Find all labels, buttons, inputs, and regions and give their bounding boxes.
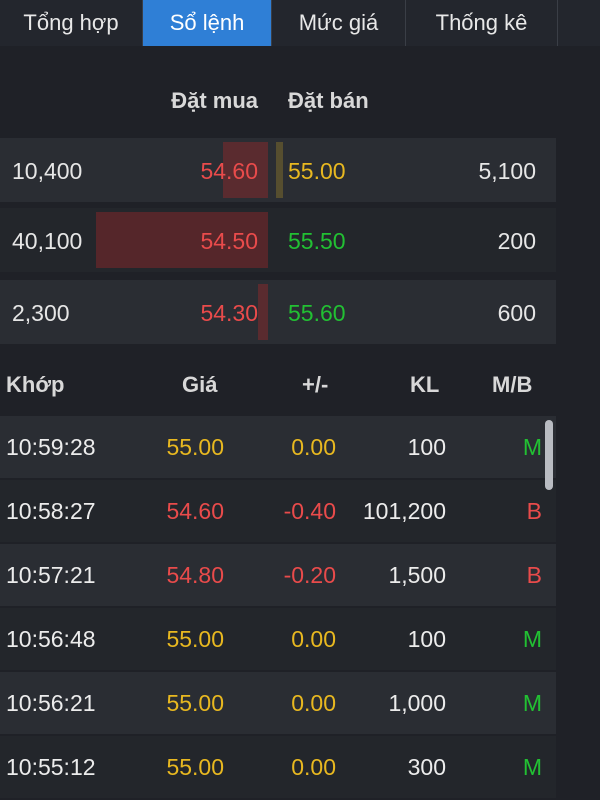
orderbook-header: Đặt mua Đặt bán	[0, 80, 600, 120]
buy-price: 54.50	[200, 228, 258, 254]
tab-thong-ke[interactable]: Thống kê	[406, 0, 558, 46]
tab-tong-hop[interactable]: Tổng hợp	[0, 0, 143, 46]
match-row[interactable]: 10:58:27 54.60 -0.40 101,200 B	[0, 480, 556, 542]
buy-volume: 40,100	[12, 228, 83, 254]
buy-volume-bar	[258, 284, 268, 340]
tab-so-lenh[interactable]: Sổ lệnh	[143, 0, 272, 46]
sell-price: 55.60	[288, 300, 346, 326]
sell-header: Đặt bán	[288, 88, 369, 113]
match-volume: 1,500	[388, 562, 446, 588]
match-price: 55.00	[166, 626, 224, 652]
match-time: 10:59:28	[6, 434, 96, 460]
match-side: B	[526, 498, 542, 524]
match-row[interactable]: 10:57:21 54.80 -0.20 1,500 B	[0, 544, 556, 606]
matches-header: Khớp Giá +/- KL M/B	[0, 368, 600, 408]
match-price: 54.80	[166, 562, 224, 588]
match-row[interactable]: 10:56:21 55.00 0.00 1,000 M	[0, 672, 556, 734]
match-change: -0.20	[283, 562, 336, 588]
match-change: -0.40	[283, 498, 336, 524]
scrollbar-track[interactable]	[556, 416, 600, 800]
match-time: 10:57:21	[6, 562, 96, 588]
tab-bar-filler	[558, 0, 600, 46]
buy-price: 54.30	[200, 300, 258, 326]
match-change: 0.00	[291, 434, 336, 460]
match-volume: 101,200	[362, 498, 446, 524]
sell-volume: 5,100	[478, 158, 536, 184]
buy-price: 54.60	[200, 158, 258, 184]
match-side: M	[522, 690, 542, 716]
header-mb: M/B	[492, 372, 533, 397]
sell-volume: 600	[497, 300, 536, 326]
orderbook-row[interactable]: 10,400 54.60 55.00 5,100	[0, 138, 556, 202]
match-volume: 100	[407, 626, 446, 652]
match-row[interactable]: 10:56:48 55.00 0.00 100 M	[0, 608, 556, 670]
match-change: 0.00	[291, 626, 336, 652]
match-side: M	[522, 754, 542, 780]
buy-volume: 2,300	[12, 300, 70, 326]
tab-bar: Tổng hợp Sổ lệnh Mức giá Thống kê	[0, 0, 600, 46]
header-change: +/-	[302, 372, 329, 397]
orderbook-row[interactable]: 40,100 54.50 55.50 200	[0, 208, 556, 272]
match-time: 10:55:12	[6, 754, 96, 780]
sell-volume-bar	[276, 142, 283, 198]
match-volume: 1,000	[388, 690, 446, 716]
sell-volume: 200	[497, 228, 536, 254]
match-price: 54.60	[166, 498, 224, 524]
match-volume: 100	[407, 434, 446, 460]
buy-volume: 10,400	[12, 158, 83, 184]
scrollbar-thumb[interactable]	[545, 420, 553, 490]
match-row[interactable]: 10:55:12 55.00 0.00 300 M	[0, 736, 556, 798]
match-side: M	[522, 626, 542, 652]
match-price: 55.00	[166, 434, 224, 460]
match-price: 55.00	[166, 690, 224, 716]
match-time: 10:56:21	[6, 690, 96, 716]
match-change: 0.00	[291, 754, 336, 780]
match-change: 0.00	[291, 690, 336, 716]
order-book-panel: Tổng hợp Sổ lệnh Mức giá Thống kê Đặt mu…	[0, 0, 600, 800]
match-price: 55.00	[166, 754, 224, 780]
header-price: Giá	[182, 372, 218, 397]
sell-price: 55.00	[288, 158, 346, 184]
match-volume: 300	[407, 754, 446, 780]
sell-price: 55.50	[288, 228, 346, 254]
match-time: 10:56:48	[6, 626, 96, 652]
orderbook-row[interactable]: 2,300 54.30 55.60 600	[0, 280, 556, 344]
buy-header: Đặt mua	[171, 88, 258, 113]
header-volume: KL	[410, 372, 440, 397]
tab-muc-gia[interactable]: Mức giá	[272, 0, 406, 46]
match-side: B	[526, 562, 542, 588]
match-side: M	[522, 434, 542, 460]
match-time: 10:58:27	[6, 498, 96, 524]
match-row[interactable]: 10:59:28 55.00 0.00 100 M	[0, 416, 556, 478]
header-time: Khớp	[6, 372, 65, 397]
